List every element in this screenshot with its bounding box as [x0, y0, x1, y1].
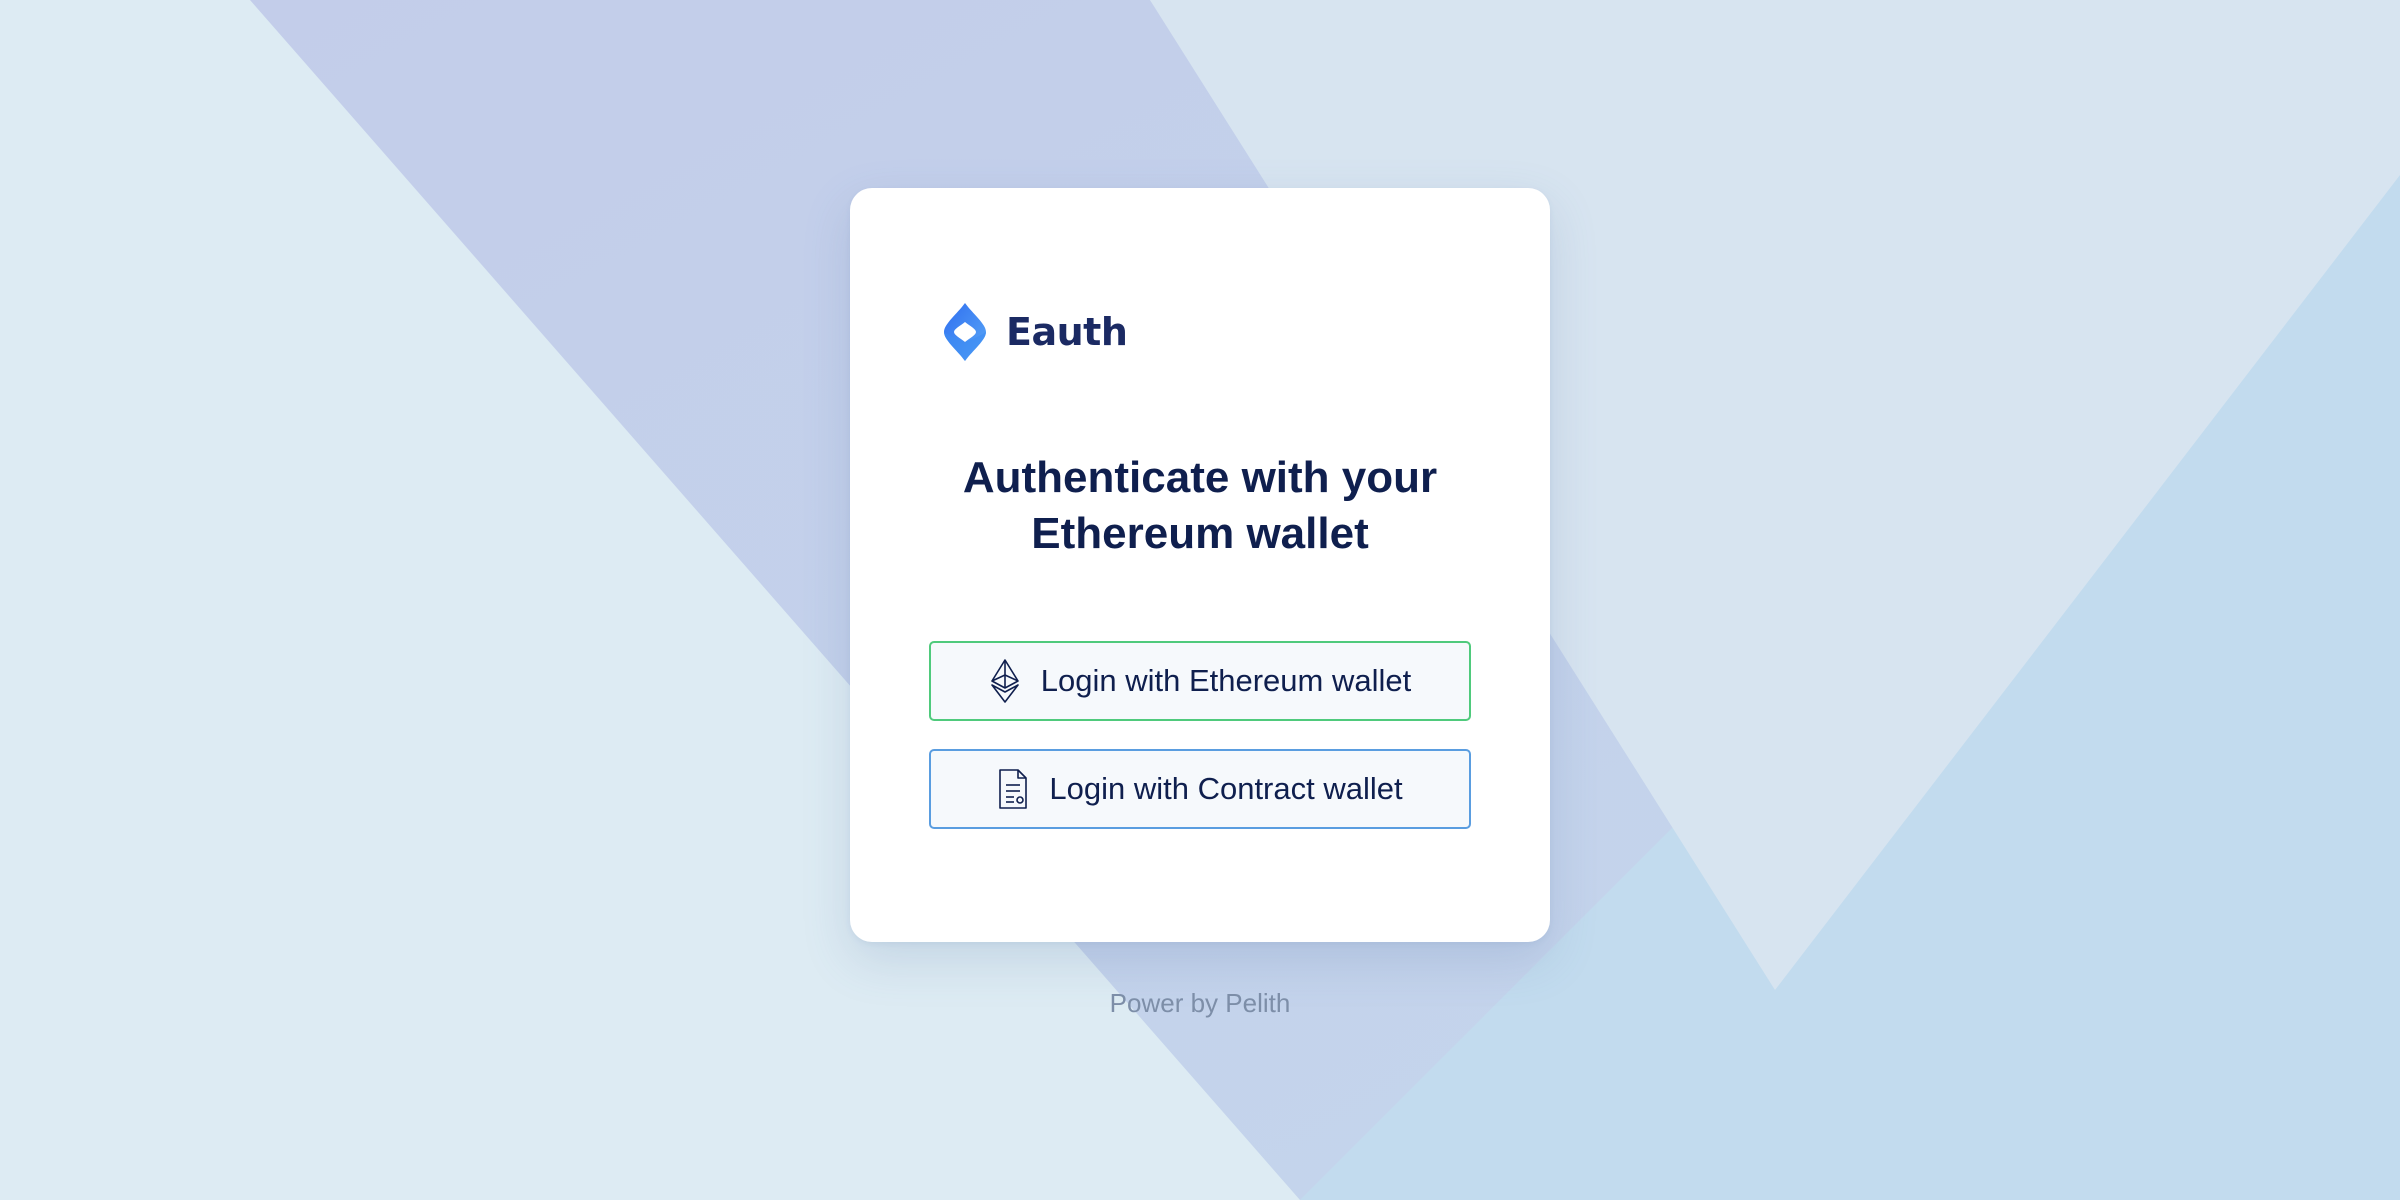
brand-name: Eauth — [1006, 310, 1128, 354]
brand: Eauth — [942, 302, 1128, 362]
eauth-logo-icon — [944, 303, 986, 361]
login-contract-wallet-button[interactable]: Login with Contract wallet — [929, 749, 1471, 829]
page-title: Authenticate with your Ethereum wallet — [890, 450, 1510, 562]
login-ethereum-wallet-button[interactable]: Login with Ethereum wallet — [929, 641, 1471, 721]
footer-powered-by: Power by Pelith — [1109, 988, 1291, 1018]
login-contract-wallet-label: Login with Contract wallet — [1049, 771, 1403, 806]
document-icon — [999, 769, 1028, 809]
ethereum-icon — [990, 659, 1019, 703]
login-ethereum-wallet-label: Login with Ethereum wallet — [1040, 663, 1412, 698]
page-title-line-2: Ethereum wallet — [1031, 509, 1369, 558]
login-page: Eauth Authenticate with your Ethereum wa… — [0, 0, 2400, 1200]
login-card: Eauth Authenticate with your Ethereum wa… — [850, 188, 1550, 942]
page-title-line-1: Authenticate with your — [962, 453, 1438, 502]
